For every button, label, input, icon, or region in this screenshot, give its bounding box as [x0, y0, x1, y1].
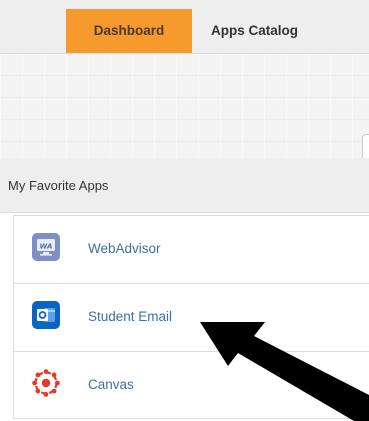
app-item-canvas[interactable]: Canvas	[14, 352, 369, 418]
app-label-canvas[interactable]: Canvas	[88, 377, 134, 392]
webadvisor-icon[interactable]: WA	[31, 232, 61, 262]
section-title: My Favorite Apps	[8, 178, 109, 193]
favorite-apps-header: My Favorite Apps	[0, 158, 369, 213]
app-item-student-email[interactable]: Student Email	[14, 284, 369, 352]
outlook-icon[interactable]	[31, 300, 61, 330]
tab-dashboard[interactable]: Dashboard	[66, 9, 192, 53]
app-item-webadvisor[interactable]: WA WebAdvisor	[14, 216, 369, 284]
tab-apps-catalog[interactable]: Apps Catalog	[192, 9, 317, 53]
app-label-webadvisor[interactable]: WebAdvisor	[88, 241, 161, 256]
app-label-student-email[interactable]: Student Email	[88, 309, 172, 324]
canvas-icon[interactable]	[31, 368, 61, 398]
favorite-apps-list: WA WebAdvisor Student Email Canvas	[13, 215, 369, 419]
dashboard-banner	[0, 54, 369, 192]
top-nav-bar: Dashboard Apps Catalog	[0, 0, 369, 54]
svg-text:WA: WA	[40, 243, 53, 251]
